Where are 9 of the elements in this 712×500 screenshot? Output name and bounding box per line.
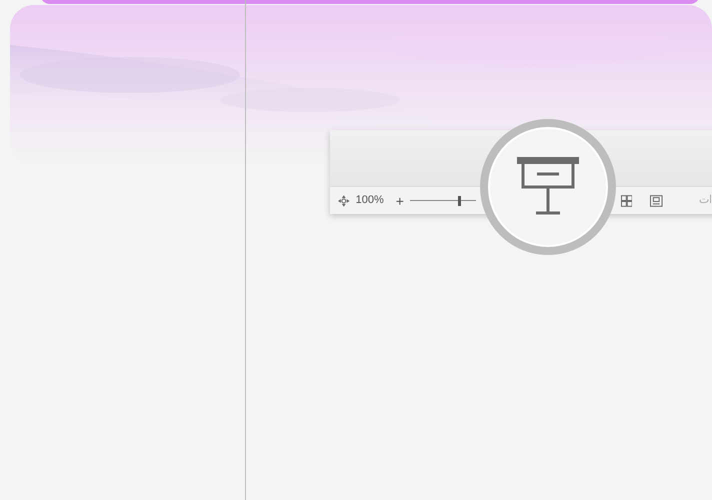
grid-icon[interactable]: [620, 194, 632, 206]
reading-view-icon[interactable]: [650, 194, 663, 206]
zoom-value: 100%: [356, 193, 384, 208]
slider-thumb[interactable]: [458, 196, 462, 206]
fit-icon: [338, 194, 350, 206]
zoom-in-button[interactable]: +: [396, 194, 404, 208]
zoom-slider[interactable]: [410, 194, 476, 206]
status-label: ات: [699, 193, 712, 208]
presentation-icon: [517, 157, 579, 217]
